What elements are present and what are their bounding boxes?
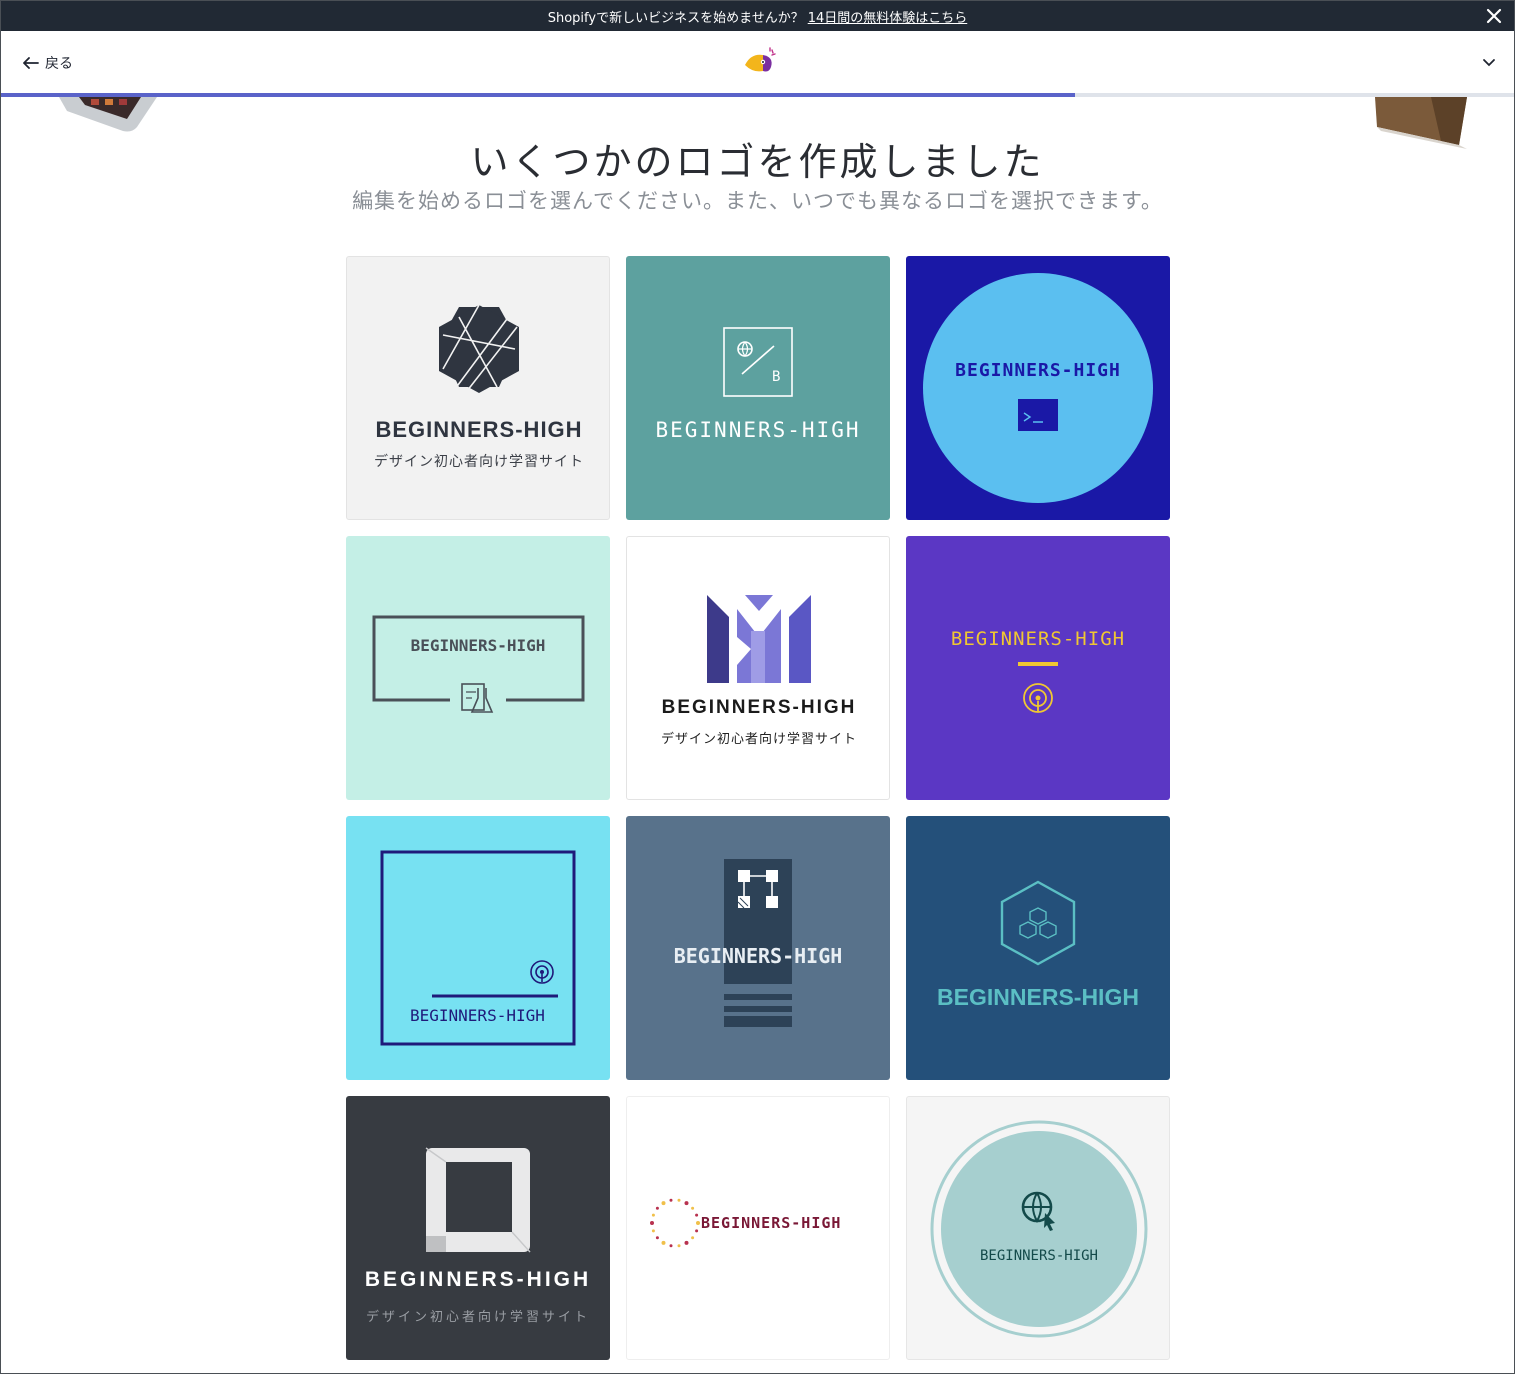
logo-option[interactable]: BEGINNERS-HIGH xyxy=(906,536,1170,800)
top-bar: 戻る xyxy=(1,31,1514,93)
brand-logo-icon xyxy=(745,47,776,72)
logo-name: BEGINNERS-HIGH xyxy=(701,1214,842,1232)
page-title: いくつかのロゴを作成しました xyxy=(470,140,1045,184)
promo-text: Shopifyで新しいビジネスを始めませんか？ xyxy=(547,10,804,26)
dot xyxy=(651,1229,655,1233)
dot xyxy=(677,1244,681,1248)
logo-name: BEGINNERS-HIGH xyxy=(375,417,583,442)
logo-option[interactable]: BEGINNERS-HIGH デザイン初心者向け学習サイト xyxy=(346,256,610,520)
terminal-icon xyxy=(923,273,1153,503)
logo-tagline: デザイン初心者向け学習サイト xyxy=(365,1310,590,1325)
chevron-down-icon[interactable] xyxy=(1482,55,1496,69)
dot xyxy=(696,1221,700,1225)
logo-name: BEGINNERS-HIGH xyxy=(950,628,1126,650)
dot xyxy=(695,1229,699,1233)
logo-monogram: B xyxy=(772,369,780,385)
dot xyxy=(669,1244,673,1248)
logo-option[interactable]: B BEGINNERS-HIGH xyxy=(626,256,890,520)
logo-name: BEGINNERS-HIGH xyxy=(937,984,1139,1010)
broadcast-icon xyxy=(380,850,576,1046)
lab-icon xyxy=(372,615,585,713)
logo-option[interactable]: BEGINNERS-HIGH BEGINNERS-HIGH デザイン初心者向け学… xyxy=(626,536,890,800)
progress-fill xyxy=(1,93,1076,97)
back-label: 戻る xyxy=(45,56,73,72)
back-button[interactable]: 戻る xyxy=(23,53,73,73)
logo-option[interactable]: BEGINNERS-HIGH xyxy=(626,1096,890,1360)
dot xyxy=(651,1213,655,1217)
dot xyxy=(691,1236,695,1240)
logo-option[interactable]: BEGINNERS-HIGH xyxy=(906,816,1170,1080)
page-subtitle: 編集を始めるロゴを選んでください。また、いつでも異なるロゴを選択できます。 xyxy=(352,189,1163,213)
dot xyxy=(655,1236,659,1240)
logo-name: BEGINNERS-HIGH xyxy=(955,360,1121,381)
dot xyxy=(691,1206,695,1210)
logo-name: BEGINNERS-HIGH xyxy=(673,944,843,968)
dot xyxy=(650,1221,654,1225)
arrow-left-icon xyxy=(23,57,39,69)
app-window: Shopifyで新しいビジネスを始めませんか？ 14日間の無料体験はこちら 戻る xyxy=(0,0,1515,1374)
logo-name-text: BEGINNERS-HIGH xyxy=(661,697,857,718)
dot xyxy=(695,1213,699,1217)
logo-name: BEGINNERS-HIGH xyxy=(364,1268,592,1291)
logo-option[interactable]: BEGINNERS-HIGH xyxy=(906,256,1170,520)
logo-name: BEGINNERS-HIGH xyxy=(410,636,546,655)
logo-option[interactable]: BEGINNERS-HIGH xyxy=(626,816,890,1080)
dot xyxy=(684,1240,689,1245)
logo-grid: BEGINNERS-HIGH デザイン初心者向け学習サイト B BEGINNER… xyxy=(346,256,1170,1360)
dot xyxy=(684,1201,689,1206)
logo-tagline: デザイン初心者向け学習サイト xyxy=(660,732,857,747)
logo-name: BEGINNERS-HIGH xyxy=(655,418,861,442)
globe-icon: B xyxy=(723,327,793,397)
broadcast-icon xyxy=(1018,662,1058,713)
hexagon-icon xyxy=(439,304,519,393)
logo-name: BEGINNERS-HIGH xyxy=(410,1006,545,1025)
m-bars-icon xyxy=(707,595,811,683)
dot xyxy=(655,1206,659,1210)
progress-bar xyxy=(1,93,1514,97)
close-icon[interactable] xyxy=(1484,6,1504,26)
dot xyxy=(661,1240,666,1245)
dot xyxy=(661,1201,666,1206)
logo-name: BEGINNERS-HIGH xyxy=(979,1248,1098,1264)
promo-banner: Shopifyで新しいビジネスを始めませんか？ 14日間の無料体験はこちら xyxy=(1,1,1514,31)
globe-cursor-icon xyxy=(930,1120,1148,1338)
logo-option[interactable]: BEGINNERS-HIGH デザイン初心者向け学習サイト xyxy=(346,1096,610,1360)
logo-option[interactable]: BEGINNERS-HIGH xyxy=(906,1096,1170,1360)
dot xyxy=(669,1198,673,1202)
dot xyxy=(677,1198,681,1202)
cubes-icon xyxy=(1000,880,1076,966)
logo-tagline: デザイン初心者向け学習サイト xyxy=(374,454,584,470)
logo-option[interactable]: BEGINNERS-HIGH xyxy=(346,816,610,1080)
trial-link[interactable]: 14日間の無料体験はこちら xyxy=(808,7,968,26)
logo-option[interactable]: BEGINNERS-HIGH xyxy=(346,536,610,800)
